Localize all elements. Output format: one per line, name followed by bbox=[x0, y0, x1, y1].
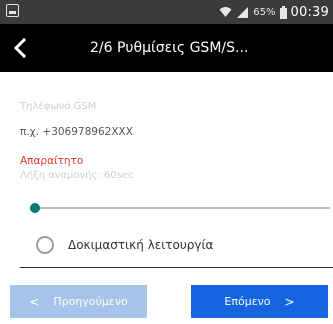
phone-error-text: Απαραίτητο bbox=[20, 155, 84, 167]
test-mode-option[interactable]: Δοκιμαστική λειτουργία bbox=[36, 234, 213, 256]
timeout-slider[interactable] bbox=[20, 199, 330, 217]
next-button[interactable]: Επόμενο > bbox=[191, 285, 328, 318]
slider-track bbox=[30, 207, 330, 209]
back-arrow-icon[interactable] bbox=[6, 34, 34, 62]
chevron-left-icon: < bbox=[29, 294, 40, 309]
phone-field-label: Τηλέφωνο GSM bbox=[20, 101, 97, 112]
phone-input[interactable] bbox=[20, 126, 320, 138]
previous-button-label: Προηγούμενο bbox=[53, 295, 128, 308]
test-mode-label: Δοκιμαστική λειτουργία bbox=[68, 238, 214, 252]
status-indicators: 65% 00:39 bbox=[219, 0, 329, 24]
radio-button-icon[interactable] bbox=[36, 236, 54, 254]
battery-percent: 65% bbox=[253, 6, 276, 18]
clock: 00:39 bbox=[290, 4, 329, 20]
wifi-icon bbox=[219, 6, 232, 18]
page-title: 2/6 Ρυθμίσεις GSM/S... bbox=[90, 40, 249, 56]
app-toolbar: 2/6 Ρυθμίσεις GSM/S... bbox=[0, 24, 333, 72]
divider bbox=[20, 267, 333, 268]
signal-icon bbox=[236, 6, 249, 18]
next-button-label: Επόμενο bbox=[224, 295, 271, 308]
notification-icon bbox=[6, 4, 19, 17]
previous-button[interactable]: < Προηγούμενο bbox=[10, 285, 147, 318]
chevron-right-icon: > bbox=[284, 294, 295, 309]
slider-thumb[interactable] bbox=[30, 203, 40, 213]
battery-icon bbox=[279, 5, 287, 19]
status-bar: 65% 00:39 bbox=[0, 0, 333, 24]
timeout-label: Λήξη αναμονής: 60sec bbox=[20, 170, 134, 181]
